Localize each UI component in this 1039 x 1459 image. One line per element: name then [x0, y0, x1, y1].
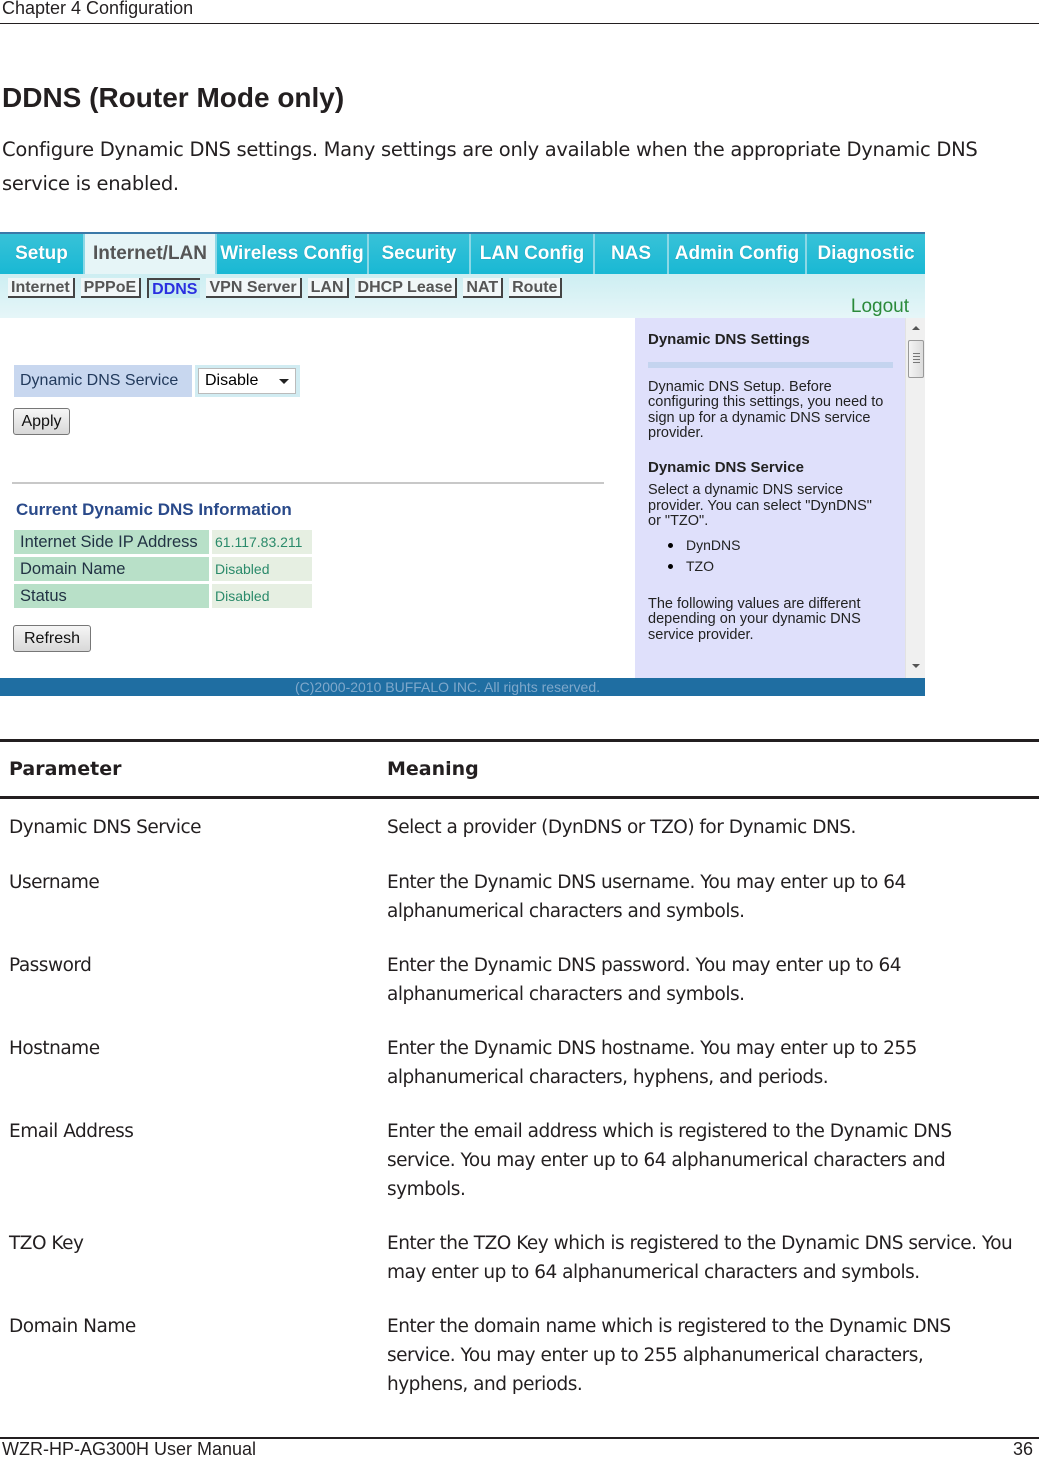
info-label: Internet Side IP Address	[14, 530, 209, 554]
subtab-nat[interactable]: NAT	[463, 278, 504, 298]
section-title: DDNS (Router Mode only)	[2, 82, 345, 113]
row-parameter: TZO Key	[9, 1233, 84, 1254]
table-row: Password Enter the Dynamic DNS password.…	[0, 951, 1039, 1009]
info-label: Status	[14, 584, 209, 608]
refresh-button[interactable]: Refresh	[13, 625, 91, 652]
help-service-text: Select a dynamic DNS service provider. Y…	[648, 482, 872, 529]
row-meaning: Enter the Dynamic DNS hostname. You may …	[387, 1038, 917, 1088]
info-table: Internet Side IP Address 61.117.83.211 D…	[14, 530, 312, 611]
help-divider	[648, 361, 893, 368]
settings-pane: Dynamic DNS Service Disable Apply Curren…	[0, 318, 635, 678]
info-value: Disabled	[212, 584, 312, 608]
info-label: Domain Name	[14, 557, 209, 581]
scroll-up-arrow-icon[interactable]	[912, 326, 920, 330]
info-row: Internet Side IP Address 61.117.83.211	[14, 530, 312, 554]
info-row: Status Disabled	[14, 584, 312, 608]
provider-item: DynDNS	[668, 537, 905, 554]
table-row: Dynamic DNS Service Select a provider (D…	[0, 813, 1039, 842]
row-meaning: Enter the Dynamic DNS password. You may …	[387, 955, 902, 1005]
row-meaning: Enter the TZO Key which is registered to…	[387, 1233, 1013, 1283]
row-parameter: Username	[9, 872, 100, 893]
help-note: The following values are different depen…	[648, 595, 861, 643]
section-intro: Configure Dynamic DNS settings. Many set…	[2, 138, 978, 195]
scroll-down-arrow-icon[interactable]	[912, 664, 920, 668]
row-parameter: Email Address	[9, 1121, 134, 1142]
ddns-service-select[interactable]: Disable	[198, 368, 296, 394]
row-meaning: Select a provider (DynDNS or TZO) for Dy…	[387, 817, 856, 838]
tab-setup[interactable]: Setup	[0, 234, 85, 274]
row-parameter: Domain Name	[9, 1316, 136, 1337]
row-meaning: Enter the Dynamic DNS username. You may …	[387, 872, 906, 922]
tab-security[interactable]: Security	[369, 234, 471, 274]
divider	[12, 482, 604, 484]
tab-admin-config[interactable]: Admin Config	[669, 234, 807, 274]
parameter-table: Parameter Meaning Dynamic DNS Service Se…	[0, 739, 1039, 1399]
router-ui-screenshot: Setup Internet/LAN Wireless Config Secur…	[0, 232, 925, 696]
tab-internet-lan[interactable]: Internet/LAN	[85, 234, 217, 274]
provider-item: TZO	[668, 558, 905, 575]
table-row: Email Address Enter the email address wh…	[0, 1117, 1039, 1204]
page-number: 36	[1012, 1439, 1033, 1459]
subtab-dhcp-lease[interactable]: DHCP Lease	[354, 278, 458, 298]
row-parameter: Dynamic DNS Service	[9, 817, 202, 838]
table-row: TZO Key Enter the TZO Key which is regis…	[0, 1229, 1039, 1287]
subtab-ddns[interactable]: DDNS	[147, 278, 201, 298]
row-meaning: Enter the email address which is registe…	[387, 1121, 952, 1200]
tab-diagnostic[interactable]: Diagnostic	[807, 234, 925, 274]
apply-button[interactable]: Apply	[13, 408, 70, 435]
ddns-service-value: Disable	[205, 372, 259, 389]
table-row: Hostname Enter the Dynamic DNS hostname.…	[0, 1034, 1039, 1092]
tab-wireless-config[interactable]: Wireless Config	[217, 234, 369, 274]
subtab-pppoe[interactable]: PPPoE	[80, 278, 142, 298]
ddns-service-row: Dynamic DNS Service Disable	[14, 365, 300, 397]
subtab-route[interactable]: Route	[509, 278, 563, 298]
chapter-title: Chapter 4 Configuration	[2, 0, 194, 18]
info-title: Current Dynamic DNS Information	[16, 500, 292, 519]
manual-title: WZR-HP-AG300H User Manual	[2, 1439, 257, 1459]
table-row: Username Enter the Dynamic DNS username.…	[0, 868, 1039, 926]
main-tab-bar: Setup Internet/LAN Wireless Config Secur…	[0, 234, 925, 274]
copyright-bar: (C)2000-2010 BUFFALO INC. All rights res…	[0, 678, 925, 696]
page-footer: WZR-HP-AG300H User Manual 36	[0, 1437, 1039, 1459]
dropdown-arrow-icon	[279, 379, 289, 384]
help-pane: Dynamic DNS Settings Dynamic DNS Setup. …	[635, 318, 905, 678]
tab-nas[interactable]: NAS	[595, 234, 669, 274]
header-parameter: Parameter	[9, 758, 122, 780]
scroll-thumb[interactable]	[908, 340, 924, 378]
help-scrollbar[interactable]	[905, 318, 925, 678]
header-meaning: Meaning	[387, 758, 479, 780]
logout-link[interactable]: Logout	[851, 296, 909, 318]
tab-lan-config[interactable]: LAN Config	[471, 234, 595, 274]
copyright-text: (C)2000-2010 BUFFALO INC. All rights res…	[294, 679, 600, 695]
ddns-service-label: Dynamic DNS Service	[14, 365, 192, 397]
page-header: Chapter 4 Configuration	[0, 0, 1039, 24]
row-parameter: Password	[9, 955, 92, 976]
row-meaning: Enter the domain name which is registere…	[387, 1316, 951, 1395]
table-header: Parameter Meaning	[0, 742, 1039, 799]
subtab-internet[interactable]: Internet	[8, 278, 75, 298]
help-service-heading: Dynamic DNS Service	[648, 458, 804, 476]
table-row: Domain Name Enter the domain name which …	[0, 1312, 1039, 1399]
provider-list: DynDNS TZO	[668, 537, 905, 575]
info-value: Disabled	[212, 557, 312, 581]
info-row: Domain Name Disabled	[14, 557, 312, 581]
subtab-vpn-server[interactable]: VPN Server	[206, 278, 302, 298]
help-heading: Dynamic DNS Settings	[648, 331, 810, 348]
info-value: 61.117.83.211	[212, 530, 312, 554]
help-setup-text: Dynamic DNS Setup. Before configuring th…	[648, 378, 884, 441]
row-parameter: Hostname	[9, 1038, 100, 1059]
subtab-lan[interactable]: LAN	[307, 278, 349, 298]
sub-tab-bar: Internet PPPoE DDNS VPN Server LAN DHCP …	[0, 274, 925, 318]
